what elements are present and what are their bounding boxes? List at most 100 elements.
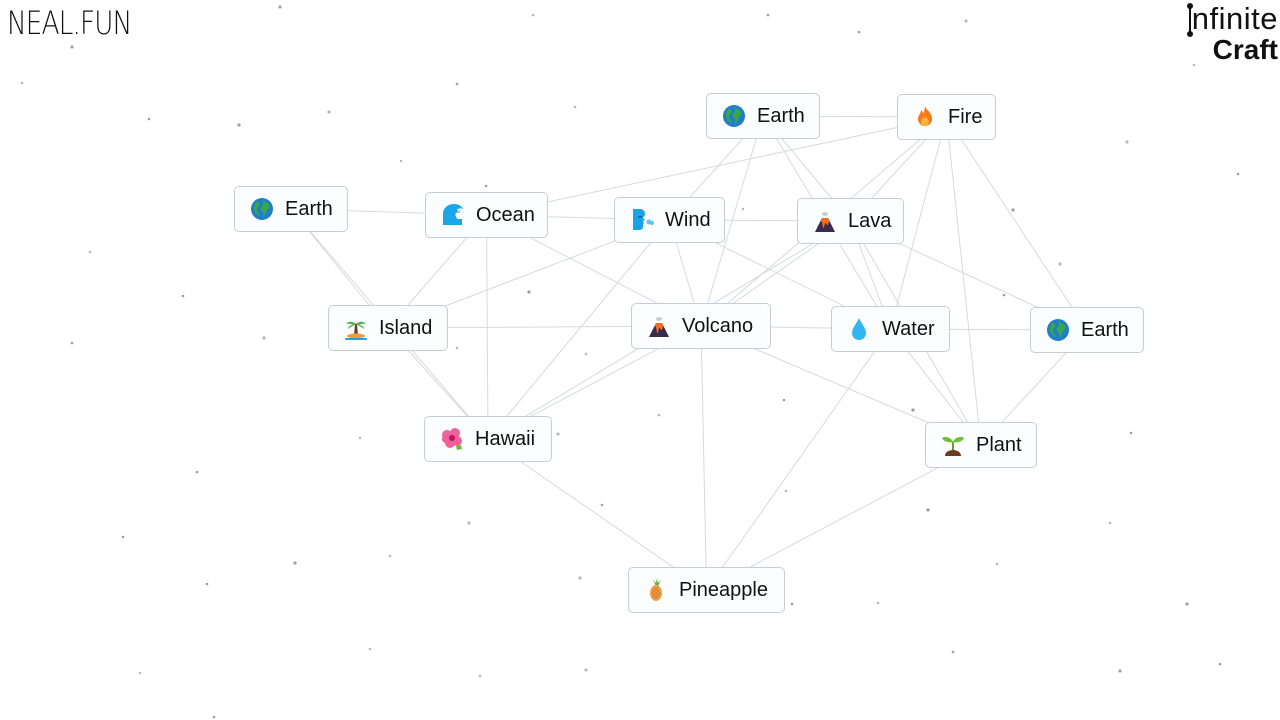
background-dot [1236,172,1240,176]
background-dot [1125,140,1129,144]
background-dot [995,562,999,566]
background-dot [1108,521,1112,525]
background-dot [478,674,482,678]
background-dot [1218,662,1222,666]
background-dot [584,352,588,356]
item-label: Wind [665,208,711,231]
app-title-infinite: nfinite [1191,1,1278,36]
background-dot [138,671,142,675]
background-dot [573,105,577,109]
background-dot [951,650,955,654]
item-volcano[interactable]: Volcano [631,303,771,349]
earth-globe-icon [721,103,747,129]
volcano-icon [812,208,838,234]
background-dot [741,207,745,211]
item-water[interactable]: Water [831,306,950,352]
neal-fun-logo[interactable]: NEAL.FUN [7,4,132,42]
background-dot [293,561,297,565]
desert-island-icon [343,315,369,341]
background-dot [388,554,392,558]
background-dot [578,576,582,580]
background-dot [195,470,199,474]
background-dot [181,294,185,298]
item-earth-left[interactable]: Earth [234,186,348,232]
background-dot [556,432,560,436]
item-label: Volcano [682,314,754,337]
background-dot [237,123,241,127]
background-dot [527,290,531,294]
background-dot [467,521,471,525]
seedling-icon [940,432,966,458]
pineapple-icon [643,577,669,603]
item-label: Hawaii [475,427,536,450]
item-label: Ocean [476,203,535,226]
background-dot [1118,669,1122,673]
background-dot [147,117,151,121]
background-dot [358,436,362,440]
background-dot [368,647,372,651]
background-dot [657,413,661,417]
fire-icon [912,104,938,130]
connection-lines [290,115,1088,591]
app-title-craft: Craft [1212,34,1278,65]
text-cursor-icon [1186,3,1193,37]
background-dot [327,110,331,114]
item-label: Lava [848,209,892,232]
background-dot [1185,602,1189,606]
item-earth-right[interactable]: Earth [1030,307,1144,353]
item-pineapple[interactable]: Pineapple [628,567,785,613]
item-earth-top[interactable]: Earth [706,93,820,139]
background-dot [88,250,92,254]
background-dot [1129,431,1133,435]
background-dot [278,5,282,9]
background-dot [926,508,930,512]
item-label: Fire [948,105,983,128]
background-dot [964,19,968,23]
wind-face-icon [629,207,655,233]
volcano-icon [646,313,672,339]
connection-line [700,325,707,591]
background-dot [70,45,74,49]
item-fire[interactable]: Fire [897,94,996,140]
background-dot [455,346,459,350]
background-dot [121,535,125,539]
background-dot [205,582,209,586]
item-label: Earth [1081,318,1129,341]
connection-line [946,116,982,446]
item-island[interactable]: Island [328,305,448,351]
ocean-wave-icon [440,202,466,228]
hibiscus-icon [439,426,465,452]
earth-globe-icon [1045,317,1071,343]
background-dot [911,408,915,412]
item-label: Earth [757,104,805,127]
item-label: Water [882,317,935,340]
background-dot [455,82,459,86]
background-dot [1002,293,1006,297]
background-dot [876,601,880,605]
background-dot [262,336,266,340]
infinite-craft-logo: nfinite Craft [1186,1,1278,65]
background-dot [784,489,788,493]
background-dot [790,602,794,606]
item-wind[interactable]: Wind [614,197,725,243]
background-dot [70,341,74,345]
item-label: Earth [285,197,333,220]
item-ocean[interactable]: Ocean [425,192,548,238]
background-dot [600,503,604,507]
item-lava[interactable]: Lava [797,198,904,244]
background-dot [1011,208,1015,212]
background-dot [782,398,786,402]
item-hawaii[interactable]: Hawaii [424,416,552,462]
item-plant[interactable]: Plant [925,422,1037,468]
background-dot [484,184,488,188]
item-label: Island [379,316,433,339]
background-dot [1058,262,1062,266]
background-dot [584,668,588,672]
background-dot [766,13,770,17]
connection-line [706,328,891,591]
item-label: Plant [976,433,1022,456]
background-dot [399,159,403,163]
background-dot [212,715,216,719]
earth-globe-icon [249,196,275,222]
background-dot [857,30,861,34]
